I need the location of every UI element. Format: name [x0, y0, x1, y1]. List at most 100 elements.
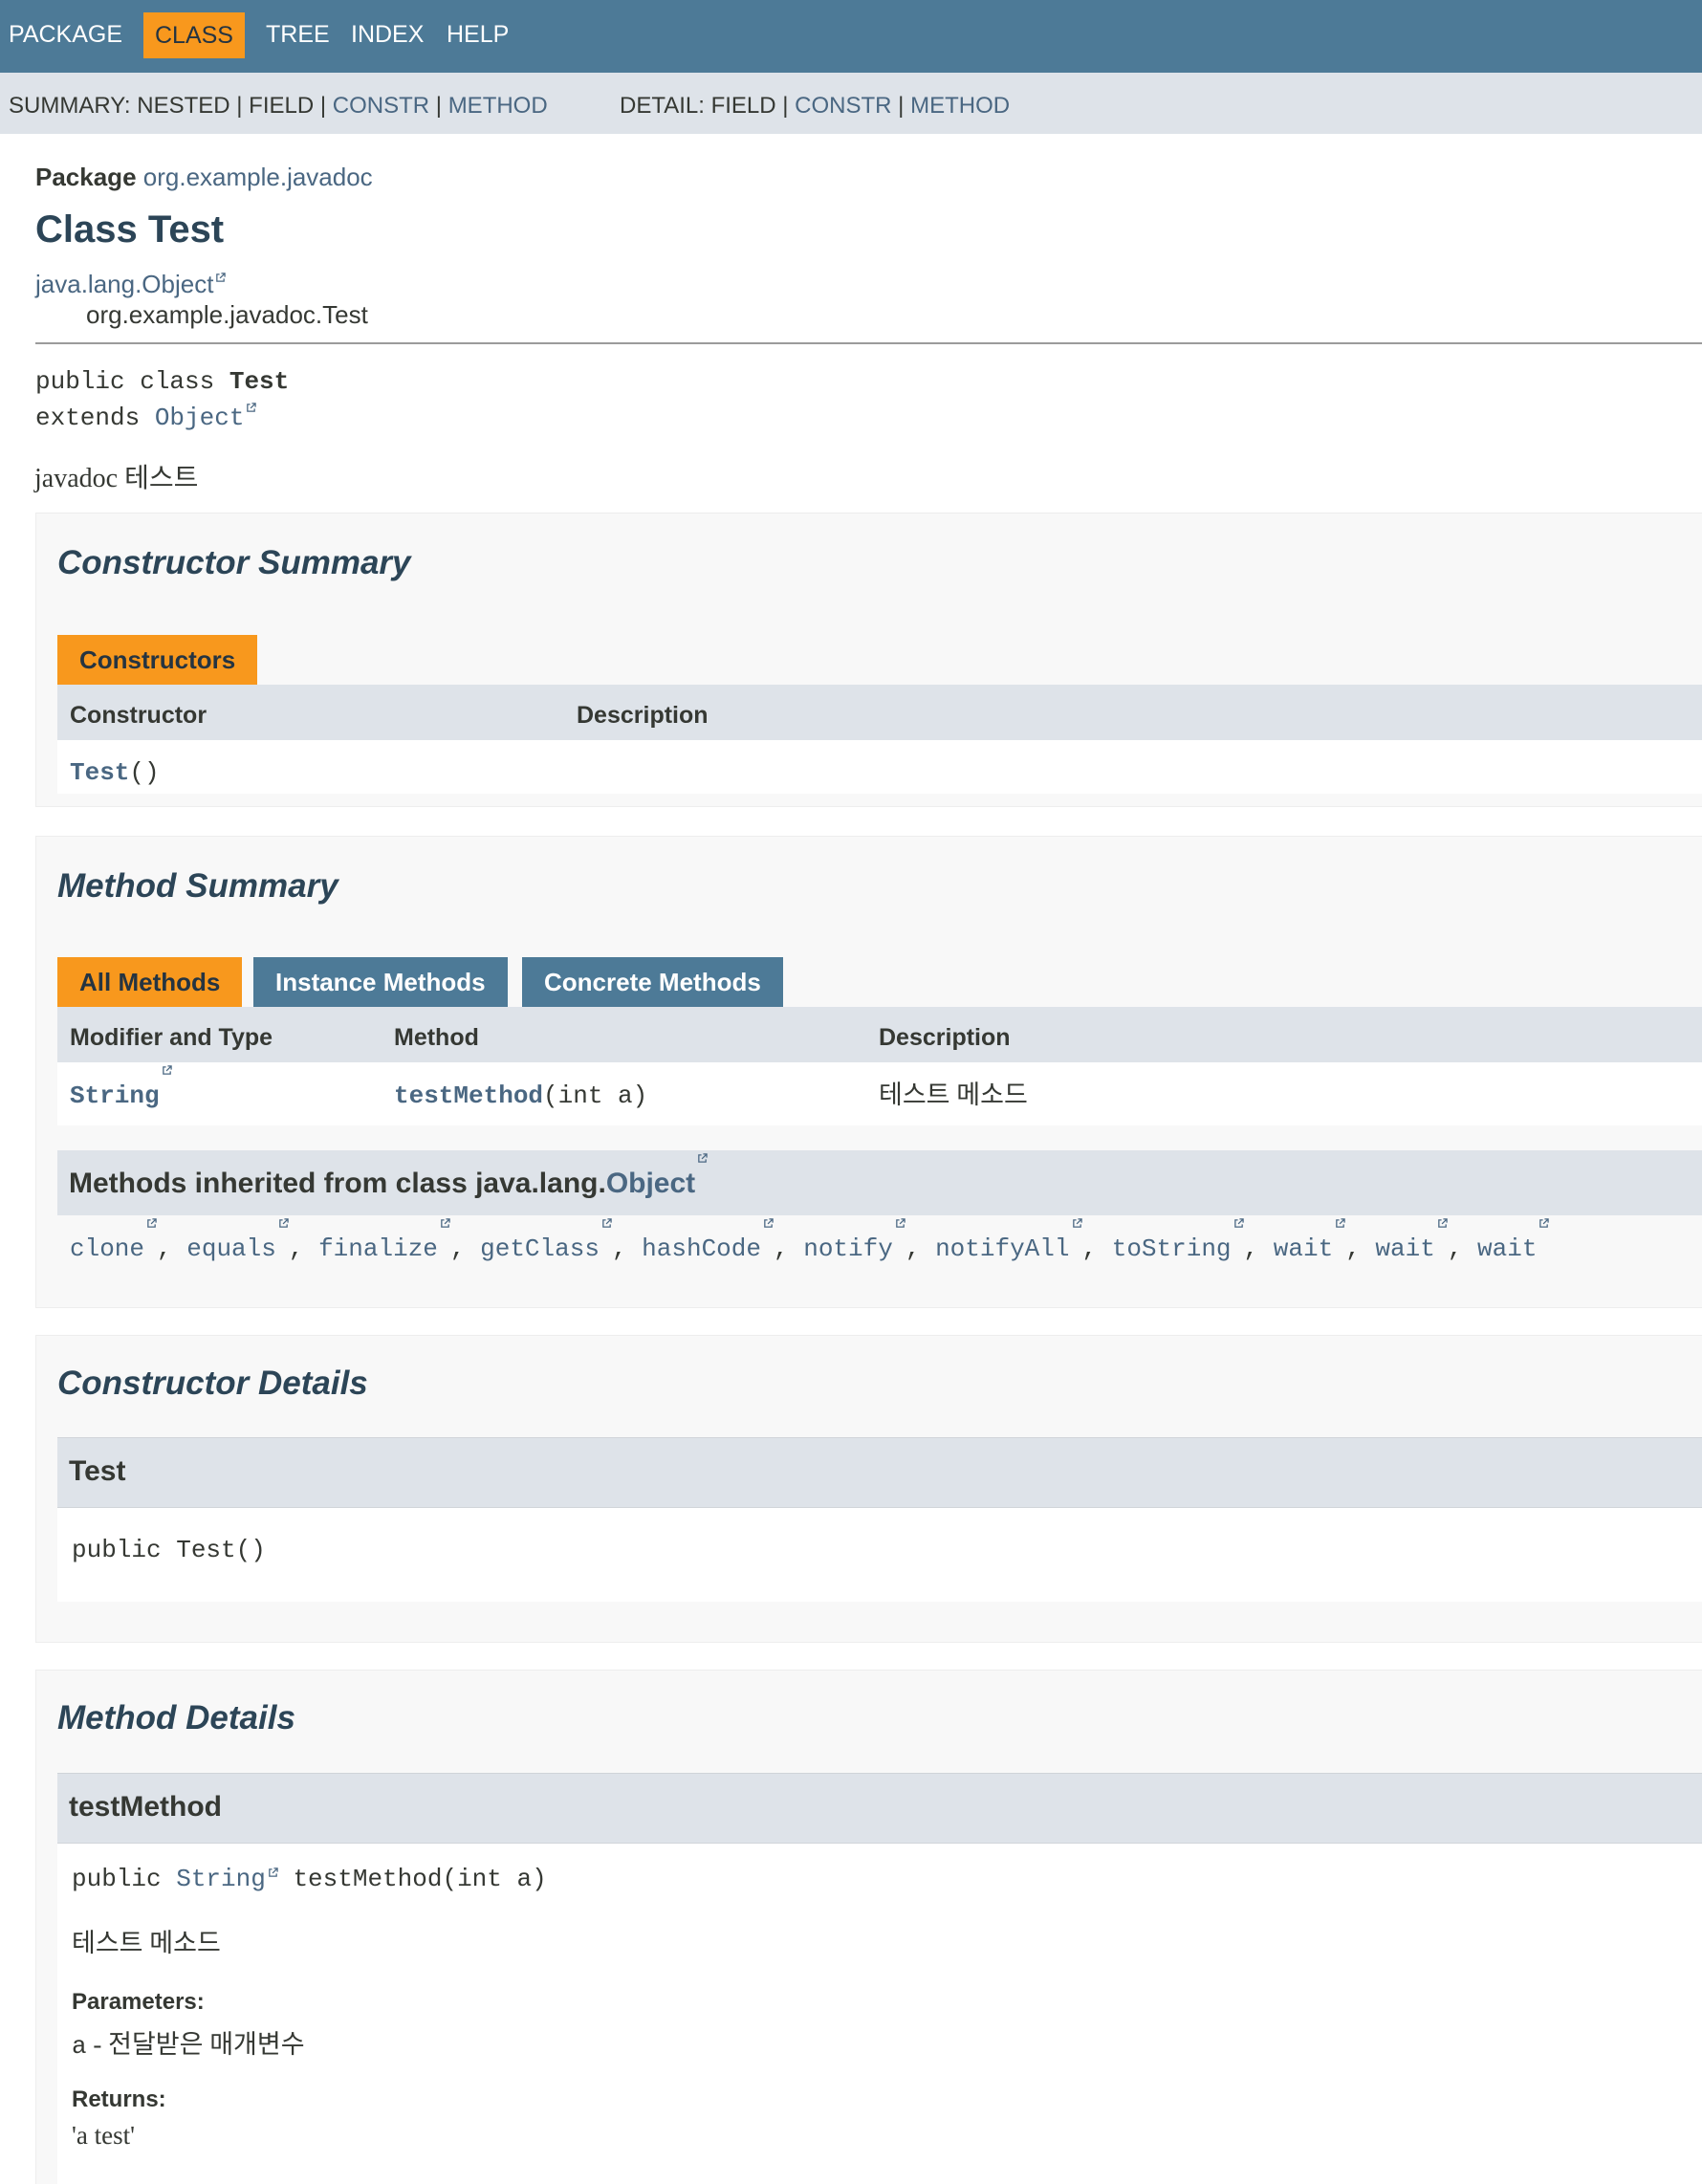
constructor-details-section: Constructor Details Test public Test(): [35, 1335, 1702, 1643]
col-method: Method: [394, 1024, 479, 1051]
nav-package[interactable]: PACKAGE: [9, 0, 122, 73]
constructor-table-header: Constructor Description: [57, 685, 1702, 740]
nav-class[interactable]: CLASS: [143, 12, 245, 58]
package-label: Package: [35, 163, 137, 191]
method-member-header: testMethod: [57, 1773, 1702, 1844]
list-separator: ,: [1447, 1234, 1478, 1263]
col-method-description: Description: [879, 1024, 1011, 1051]
col-modifier-type: Modifier and Type: [70, 1024, 273, 1051]
parameter-description: - 전달받은 매개변수: [86, 2030, 305, 2059]
summary-separator: |: [429, 93, 448, 119]
method-details-title: Method Details: [57, 1699, 295, 1736]
constructor-member-name: Test: [69, 1455, 126, 1487]
inherited-method-link-notifyall[interactable]: notifyAll: [935, 1234, 1069, 1263]
header-divider: [35, 342, 1702, 344]
summary-label: SUMMARY: NESTED | FIELD |: [9, 93, 333, 119]
col-constructor: Constructor: [70, 702, 207, 729]
list-separator: ,: [774, 1234, 804, 1263]
external-link-icon: [764, 1218, 774, 1228]
summary-constr-link[interactable]: CONSTR: [333, 93, 429, 119]
detail-nav: DETAIL: FIELD | CONSTR | METHOD: [620, 73, 1010, 139]
class-description: javadoc 테스트: [34, 464, 199, 493]
external-link-icon: [441, 1218, 450, 1228]
detail-label: DETAIL: FIELD |: [620, 93, 796, 119]
external-link-icon: [279, 1218, 289, 1228]
constructor-summary-title: Constructor Summary: [57, 544, 411, 581]
string-link[interactable]: String: [70, 1081, 160, 1110]
summary-method-link[interactable]: METHOD: [448, 93, 548, 119]
method-sig-string-link[interactable]: String: [176, 1865, 266, 1893]
method-member-body: public String testMethod(int a) 테스트 메소드 …: [57, 1844, 1702, 2184]
sub-navbar: SUMMARY: NESTED | FIELD | CONSTR | METHO…: [0, 73, 1702, 134]
method-params: (int a): [543, 1081, 648, 1110]
external-link-icon: [269, 1867, 278, 1877]
method-sig-rest: testMethod(int a): [277, 1865, 547, 1893]
inherited-method-link-getclass[interactable]: getClass: [480, 1234, 600, 1263]
inherited-method-link-wait[interactable]: wait: [1274, 1234, 1333, 1263]
list-separator: ,: [1345, 1234, 1376, 1263]
method-summary-title: Method Summary: [57, 867, 338, 905]
package-link[interactable]: org.example.javadoc: [143, 163, 373, 191]
sig-object-link[interactable]: Object: [155, 404, 245, 432]
nav-help[interactable]: HELP: [447, 0, 509, 73]
method-description: 테스트 메소드: [879, 1081, 1028, 1109]
inherited-method-link-tostring[interactable]: toString: [1112, 1234, 1232, 1263]
returns-label: Returns:: [72, 2086, 166, 2112]
external-link-icon: [147, 1218, 157, 1228]
constructor-params: (): [129, 758, 160, 787]
external-link-icon: [602, 1218, 612, 1228]
nav-tree[interactable]: TREE: [266, 0, 330, 73]
method-summary-section: Method Summary All Methods Instance Meth…: [35, 836, 1702, 1308]
method-sig-prefix: public: [72, 1865, 177, 1893]
external-link-icon: [216, 273, 227, 282]
detail-method-link[interactable]: METHOD: [910, 93, 1010, 119]
inherited-method-link-wait[interactable]: wait: [1375, 1234, 1434, 1263]
inheritance-child: org.example.javadoc.Test: [86, 300, 368, 329]
external-link-icon: [1336, 1218, 1345, 1228]
sig-class-name: Test: [229, 367, 290, 396]
list-separator: ,: [157, 1234, 187, 1263]
top-navbar: PACKAGE CLASS TREE INDEX HELP: [0, 0, 1702, 73]
inherited-method-link-wait[interactable]: wait: [1477, 1234, 1537, 1263]
inherited-methods-header: Methods inherited from class java.lang.O…: [57, 1150, 1702, 1215]
inherited-method-link-hashcode[interactable]: hashCode: [642, 1234, 761, 1263]
inherited-method-link-notify[interactable]: notify: [803, 1234, 893, 1263]
tab-instance-methods[interactable]: Instance Methods: [253, 957, 508, 1007]
inherited-method-link-clone[interactable]: clone: [70, 1234, 144, 1263]
constructor-member-body: public Test(): [57, 1508, 1702, 1602]
inherited-title: Methods inherited from class java.lang.O…: [69, 1150, 708, 1217]
inherited-methods-list: clone, equals, finalize, getClass, hashC…: [57, 1215, 1702, 1282]
nav-index[interactable]: INDEX: [351, 0, 424, 73]
tab-all-methods[interactable]: All Methods: [57, 957, 243, 1007]
table-row: String testMethod(int a) 테스트 메소드: [57, 1062, 1702, 1125]
list-separator: ,: [1243, 1234, 1274, 1263]
list-separator: ,: [449, 1234, 481, 1263]
detail-separator: |: [891, 93, 911, 119]
external-link-icon: [1072, 1218, 1082, 1228]
inherited-method-link-equals[interactable]: equals: [186, 1234, 276, 1263]
test-method-link[interactable]: testMethod: [394, 1081, 543, 1110]
constructor-member-header: Test: [57, 1437, 1702, 1508]
summary-nav: SUMMARY: NESTED | FIELD | CONSTR | METHO…: [9, 73, 548, 139]
method-details-section: Method Details testMethod public String …: [35, 1670, 1702, 2184]
tab-constructors[interactable]: Constructors: [57, 635, 258, 685]
tab-concrete-methods[interactable]: Concrete Methods: [522, 957, 783, 1007]
external-link-icon: [1438, 1218, 1448, 1228]
package-line: Package org.example.javadoc: [35, 163, 373, 192]
col-description: Description: [577, 702, 709, 729]
list-separator: ,: [1081, 1234, 1112, 1263]
external-link-icon: [698, 1153, 708, 1163]
constructor-link[interactable]: Test: [70, 758, 129, 787]
inherited-object-link[interactable]: Object: [606, 1168, 695, 1199]
constructor-details-title: Constructor Details: [57, 1365, 368, 1402]
external-link-icon: [1539, 1218, 1550, 1228]
method-signature: testMethod(int a): [394, 1062, 647, 1129]
external-link-icon: [1233, 1218, 1244, 1228]
detail-constr-link[interactable]: CONSTR: [795, 93, 891, 119]
sig-prefix: public class: [35, 367, 229, 396]
inherited-method-link-finalize[interactable]: finalize: [318, 1234, 438, 1263]
list-separator: ,: [288, 1234, 319, 1263]
object-link[interactable]: java.lang.Object: [35, 270, 213, 298]
external-link-icon: [896, 1218, 906, 1228]
method-table-header: Modifier and Type Method Description: [57, 1007, 1702, 1062]
